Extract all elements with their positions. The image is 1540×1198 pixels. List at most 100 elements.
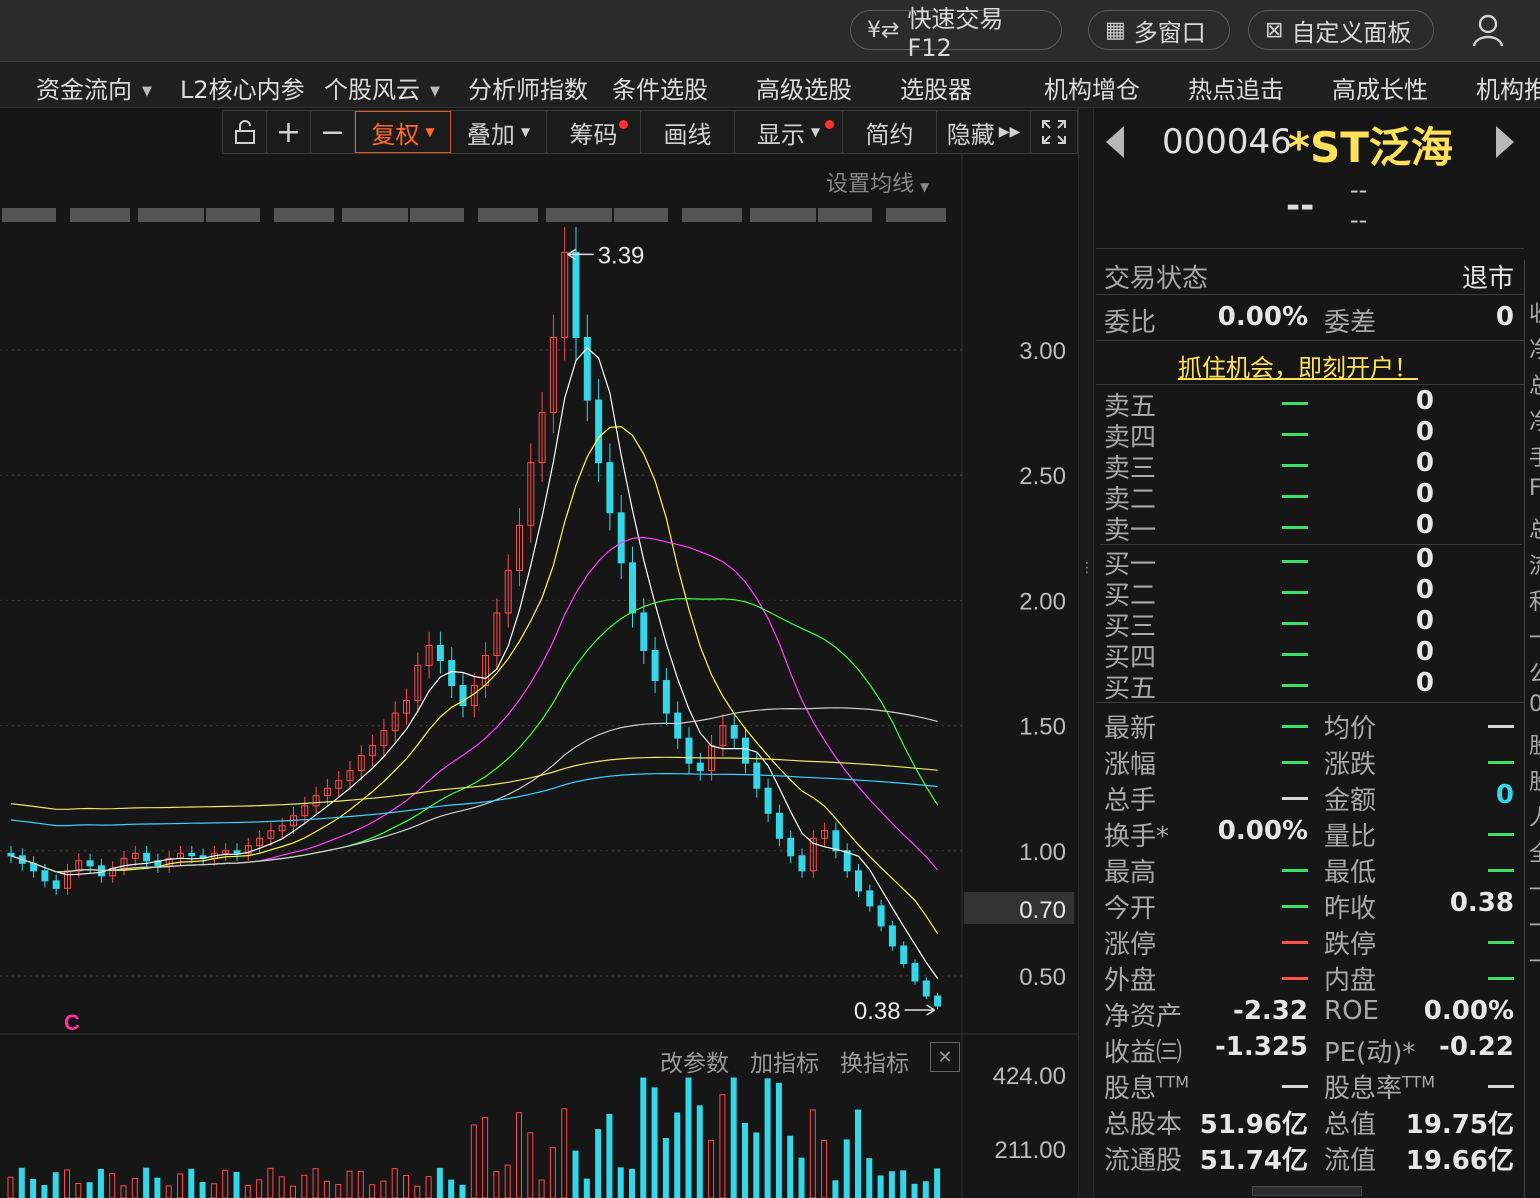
ma60-line bbox=[10, 707, 938, 873]
volume-bar bbox=[154, 1177, 161, 1198]
candle-body bbox=[787, 837, 795, 857]
fuquan-button[interactable]: 复权 ▼ bbox=[355, 111, 451, 153]
multi-window-button[interactable]: ▦ 多窗口 bbox=[1088, 10, 1230, 50]
empty-value-dash bbox=[1282, 941, 1308, 944]
nav-item-10[interactable]: 机构推 bbox=[1476, 70, 1540, 105]
overlay-button[interactable]: 叠加 ▼ bbox=[451, 111, 547, 153]
divider-line bbox=[1100, 544, 1522, 545]
price-tick-label: 2.00 bbox=[1019, 588, 1066, 615]
caret-down-icon: ▼ bbox=[520, 125, 531, 139]
jine-label: 金额 bbox=[1324, 786, 1377, 816]
shouyi-value: -1.325 bbox=[1214, 1032, 1308, 1062]
volume-bar bbox=[267, 1167, 274, 1198]
price-tick-label: 1.00 bbox=[1019, 839, 1066, 866]
volume-bar bbox=[165, 1185, 172, 1198]
zongguben-label: 总股本 bbox=[1104, 1110, 1183, 1140]
quick-trade-button[interactable]: ¥⇄ 快速交易F12 bbox=[850, 5, 1062, 62]
open-account-link[interactable]: 抓住机会，即刻开户！ bbox=[1178, 348, 1418, 383]
nav-item-1[interactable]: L2核心内参 bbox=[180, 70, 305, 105]
volume-bar bbox=[798, 1157, 805, 1198]
nav-item-3[interactable]: 分析师指数 bbox=[468, 70, 588, 105]
nav-item-2[interactable]: 个股风云 ▼ bbox=[324, 70, 440, 105]
level-volume: 0 bbox=[1415, 417, 1434, 447]
volume-bar bbox=[843, 1139, 850, 1198]
close-indicator-button[interactable]: ✕ bbox=[930, 1042, 960, 1072]
nav-item-9[interactable]: 高成长性 bbox=[1332, 70, 1428, 105]
blurred-legend-text bbox=[342, 208, 408, 222]
kline-chart[interactable]: 3.00 2.50 2.00 1.50 1.00 0.50 0.70 3.39 0.38 C 424… bbox=[0, 108, 1078, 1198]
panel-scroll-handle[interactable] bbox=[1252, 1186, 1362, 1196]
volume-bar bbox=[538, 1179, 545, 1198]
liuzhi-value: 19.66亿 bbox=[1405, 1146, 1514, 1176]
overlay-label: 叠加 bbox=[466, 120, 515, 149]
zoom-in-button[interactable]: + bbox=[267, 111, 311, 153]
custom-panel-button[interactable]: ⊠ 自定义面板 bbox=[1248, 10, 1434, 50]
quote-panel: 000046 *ST泛海 -- -- -- 交易状态 退市 委比 0.00% 委… bbox=[1094, 108, 1540, 1198]
plus-icon: + bbox=[275, 114, 302, 150]
price-tick-label: 3.00 bbox=[1019, 338, 1066, 365]
switch-indicator-button[interactable]: 换指标 bbox=[840, 1044, 909, 1078]
simple-button[interactable]: 简约 bbox=[843, 111, 937, 153]
zongzhi-value: 19.75亿 bbox=[1405, 1110, 1514, 1140]
liangbi-label: 量比 bbox=[1324, 822, 1377, 852]
volume-bar bbox=[403, 1174, 409, 1198]
next-stock-icon[interactable] bbox=[1496, 126, 1514, 158]
price-dash bbox=[1282, 622, 1308, 625]
draw-line-button[interactable]: 画线 bbox=[641, 111, 735, 153]
prev-stock-icon[interactable] bbox=[1106, 126, 1124, 158]
nav-item-label: 个股风云 bbox=[324, 76, 420, 104]
candle-body bbox=[764, 787, 772, 814]
volume-bar bbox=[436, 1167, 443, 1198]
nav-item-7[interactable]: 机构增仓 bbox=[1044, 70, 1140, 105]
high-price-label: 3.39 bbox=[598, 242, 645, 269]
trade-status-value: 退市 bbox=[1461, 264, 1514, 294]
change-params-button[interactable]: 改参数 bbox=[660, 1044, 729, 1078]
candle-body bbox=[832, 830, 840, 852]
guxi-label: 股息TTM bbox=[1104, 1072, 1190, 1104]
candle-body bbox=[629, 562, 636, 614]
zoom-out-button[interactable]: − bbox=[311, 111, 355, 153]
user-icon[interactable] bbox=[1470, 12, 1506, 48]
panel-divider[interactable] bbox=[1078, 108, 1094, 1198]
candle-body bbox=[52, 880, 60, 889]
fullscreen-button[interactable] bbox=[1031, 111, 1077, 153]
edge-label: 全 bbox=[1529, 836, 1540, 868]
nav-item-6[interactable]: 选股器 bbox=[900, 70, 972, 105]
volume-bar bbox=[52, 1172, 59, 1198]
nav-item-0[interactable]: 资金流向 ▼ bbox=[36, 70, 152, 105]
function-nav: 资金流向 ▼ L2核心内参 个股风云 ▼ 分析师指数 条件选股 高级选股 选股器 机构增仓 热点追击… bbox=[0, 62, 1540, 108]
price-dash bbox=[1282, 526, 1308, 529]
zongshou-label: 总手 bbox=[1104, 786, 1157, 816]
volume-bar bbox=[516, 1112, 522, 1198]
candle-body bbox=[730, 725, 738, 739]
volume-bar bbox=[290, 1185, 296, 1198]
level-volume: 0 bbox=[1415, 510, 1434, 540]
panel-edit-icon: ⊠ bbox=[1265, 17, 1284, 43]
event-marker[interactable]: C bbox=[64, 1010, 80, 1035]
nav-item-label: 热点追击 bbox=[1188, 76, 1284, 104]
pe-value: -0.22 bbox=[1439, 1032, 1514, 1062]
add-indicator-button[interactable]: 加指标 bbox=[750, 1044, 819, 1078]
volume-bar bbox=[346, 1170, 353, 1198]
nav-item-4[interactable]: 条件选股 bbox=[612, 70, 708, 105]
zuixin-label: 最新 bbox=[1104, 714, 1157, 744]
zongzhi-label: 总值 bbox=[1324, 1110, 1377, 1140]
ttm-label: TTM bbox=[1402, 1072, 1436, 1092]
chips-button[interactable]: 筹码 bbox=[547, 111, 641, 153]
candle-body bbox=[922, 980, 930, 997]
volume-bar bbox=[369, 1184, 376, 1198]
ma-settings-button[interactable]: 设置均线 ▼ bbox=[826, 166, 929, 198]
huanshou-label: 换手* bbox=[1104, 822, 1170, 852]
display-button[interactable]: 显示 ▼ bbox=[735, 111, 843, 153]
kline-chart-area: 3.00 2.50 2.00 1.50 1.00 0.50 0.70 3.39 0.38 C 424… bbox=[0, 108, 1078, 1198]
nav-item-5[interactable]: 高级选股 bbox=[756, 70, 852, 105]
candle-body bbox=[86, 860, 94, 867]
trade-status-label: 交易状态 bbox=[1104, 264, 1209, 294]
nav-item-8[interactable]: 热点追击 bbox=[1188, 70, 1284, 105]
ma-settings-label: 设置均线 bbox=[826, 172, 915, 197]
unlock-button[interactable] bbox=[223, 111, 267, 153]
simple-label: 简约 bbox=[865, 120, 914, 149]
volume-bar bbox=[922, 1181, 929, 1198]
hide-button[interactable]: 隐藏 ▶▶ bbox=[937, 111, 1031, 153]
nav-item-label: 资金流向 bbox=[36, 76, 132, 104]
